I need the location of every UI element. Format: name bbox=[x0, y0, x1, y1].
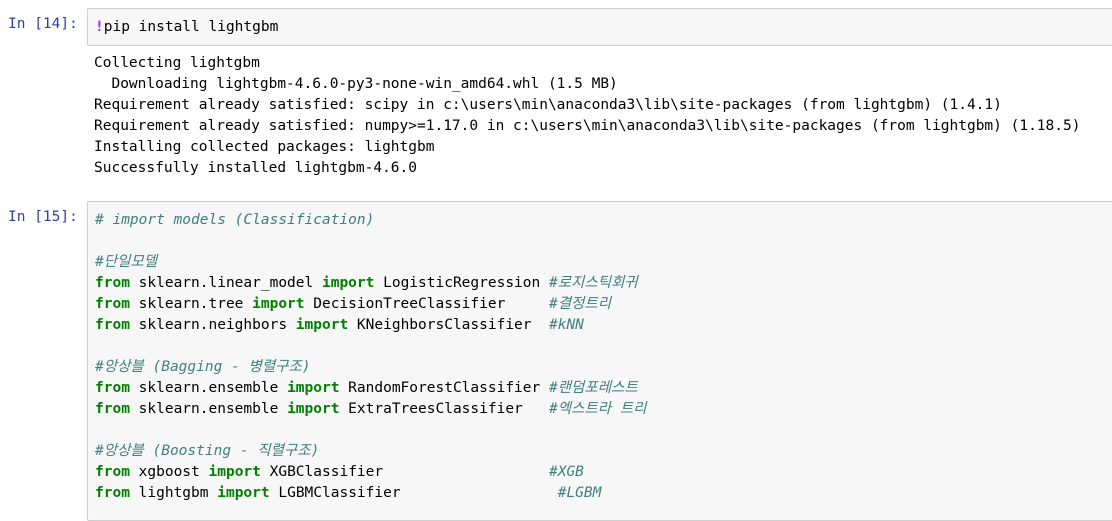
code-text: pip install lightgbm bbox=[103, 19, 279, 35]
module-name: sklearn.ensemble bbox=[129, 380, 288, 396]
code-input-area[interactable]: !pip install lightgbm bbox=[87, 8, 1112, 46]
class-name: DecisionTreeClassifier bbox=[304, 296, 549, 312]
output-line: Requirement already satisfied: numpy>=1.… bbox=[94, 118, 1081, 134]
module-name: sklearn.linear_model bbox=[129, 275, 322, 291]
keyword-from: from bbox=[95, 485, 130, 501]
output-line: Collecting lightgbm bbox=[94, 55, 260, 71]
keyword-from: from bbox=[95, 296, 130, 312]
module-name: lightgbm bbox=[129, 485, 218, 501]
keyword-from: from bbox=[95, 401, 130, 417]
code-comment: #로지스틱회귀 bbox=[548, 275, 638, 291]
module-name: sklearn.ensemble bbox=[129, 401, 288, 417]
code-line: from sklearn.neighbors import KNeighbors… bbox=[95, 315, 584, 336]
code-comment: #LGBM bbox=[557, 485, 602, 501]
class-name: RandomForestClassifier bbox=[339, 380, 549, 396]
code-comment: #랜덤포레스트 bbox=[548, 380, 638, 396]
code-line: from sklearn.linear_model import Logisti… bbox=[95, 273, 638, 294]
keyword-import: import bbox=[287, 401, 340, 417]
code-comment: #kNN bbox=[548, 317, 584, 333]
output-line: Installing collected packages: lightgbm bbox=[94, 139, 435, 155]
code-line: from sklearn.ensemble import ExtraTreesC… bbox=[95, 399, 646, 420]
code-comment: #XGB bbox=[548, 464, 584, 480]
code-line: from lightgbm import LGBMClassifier #LGB… bbox=[95, 483, 601, 504]
code-line: #앙상블 (Boosting - 직렬구조) bbox=[95, 441, 319, 462]
code-comment: #결정트리 bbox=[548, 296, 612, 312]
shell-magic: ! bbox=[95, 19, 104, 35]
code-comment: #앙상블 (Bagging - 병렬구조) bbox=[95, 359, 311, 375]
code-cell-15[interactable]: In [15]: # import models (Classification… bbox=[0, 201, 1112, 521]
class-name: LGBMClassifier bbox=[269, 485, 558, 501]
code-comment: #엑스트라 트리 bbox=[548, 401, 647, 417]
keyword-from: from bbox=[95, 464, 130, 480]
code-line: from sklearn.tree import DecisionTreeCla… bbox=[95, 294, 611, 315]
class-name: ExtraTreesClassifier bbox=[339, 401, 549, 417]
output-line: Successfully installed lightgbm-4.6.0 bbox=[94, 160, 418, 176]
code-line: from xgboost import XGBClassifier #XGB bbox=[95, 462, 584, 483]
code-comment: #단일모델 bbox=[95, 254, 158, 270]
class-name: XGBClassifier bbox=[260, 464, 549, 480]
code-line: # import models (Classification) bbox=[95, 210, 374, 231]
keyword-import: import bbox=[217, 485, 270, 501]
module-name: xgboost bbox=[129, 464, 209, 480]
code-cell-14[interactable]: In [14]: !pip install lightgbm Collectin… bbox=[0, 8, 1112, 183]
input-prompt: In [15]: bbox=[8, 209, 78, 225]
module-name: sklearn.tree bbox=[129, 296, 253, 312]
code-comment: #앙상블 (Boosting - 직렬구조) bbox=[95, 443, 320, 459]
class-name: LogisticRegression bbox=[374, 275, 549, 291]
output-line: Downloading lightgbm-4.6.0-py3-none-win_… bbox=[94, 76, 618, 92]
keyword-import: import bbox=[295, 317, 349, 333]
keyword-import: import bbox=[287, 380, 340, 396]
code-input-area[interactable]: # import models (Classification) #단일모델 f… bbox=[87, 201, 1112, 521]
keyword-import: import bbox=[321, 275, 375, 291]
code-line: from sklearn.ensemble import RandomFores… bbox=[95, 378, 638, 399]
keyword-from: from bbox=[95, 380, 130, 396]
code-line: #단일모델 bbox=[95, 252, 157, 273]
class-name: KNeighborsClassifier bbox=[348, 317, 549, 333]
keyword-import: import bbox=[252, 296, 305, 312]
keyword-from: from bbox=[95, 317, 130, 333]
code-line: #앙상블 (Bagging - 병렬구조) bbox=[95, 357, 311, 378]
module-name: sklearn.neighbors bbox=[129, 317, 296, 333]
code-comment: # import models (Classification) bbox=[95, 212, 375, 228]
keyword-import: import bbox=[208, 464, 261, 480]
input-prompt: In [14]: bbox=[8, 16, 78, 32]
code-line: !pip install lightgbm bbox=[95, 17, 278, 38]
output-line: Requirement already satisfied: scipy in … bbox=[94, 97, 1002, 113]
keyword-from: from bbox=[95, 275, 130, 291]
